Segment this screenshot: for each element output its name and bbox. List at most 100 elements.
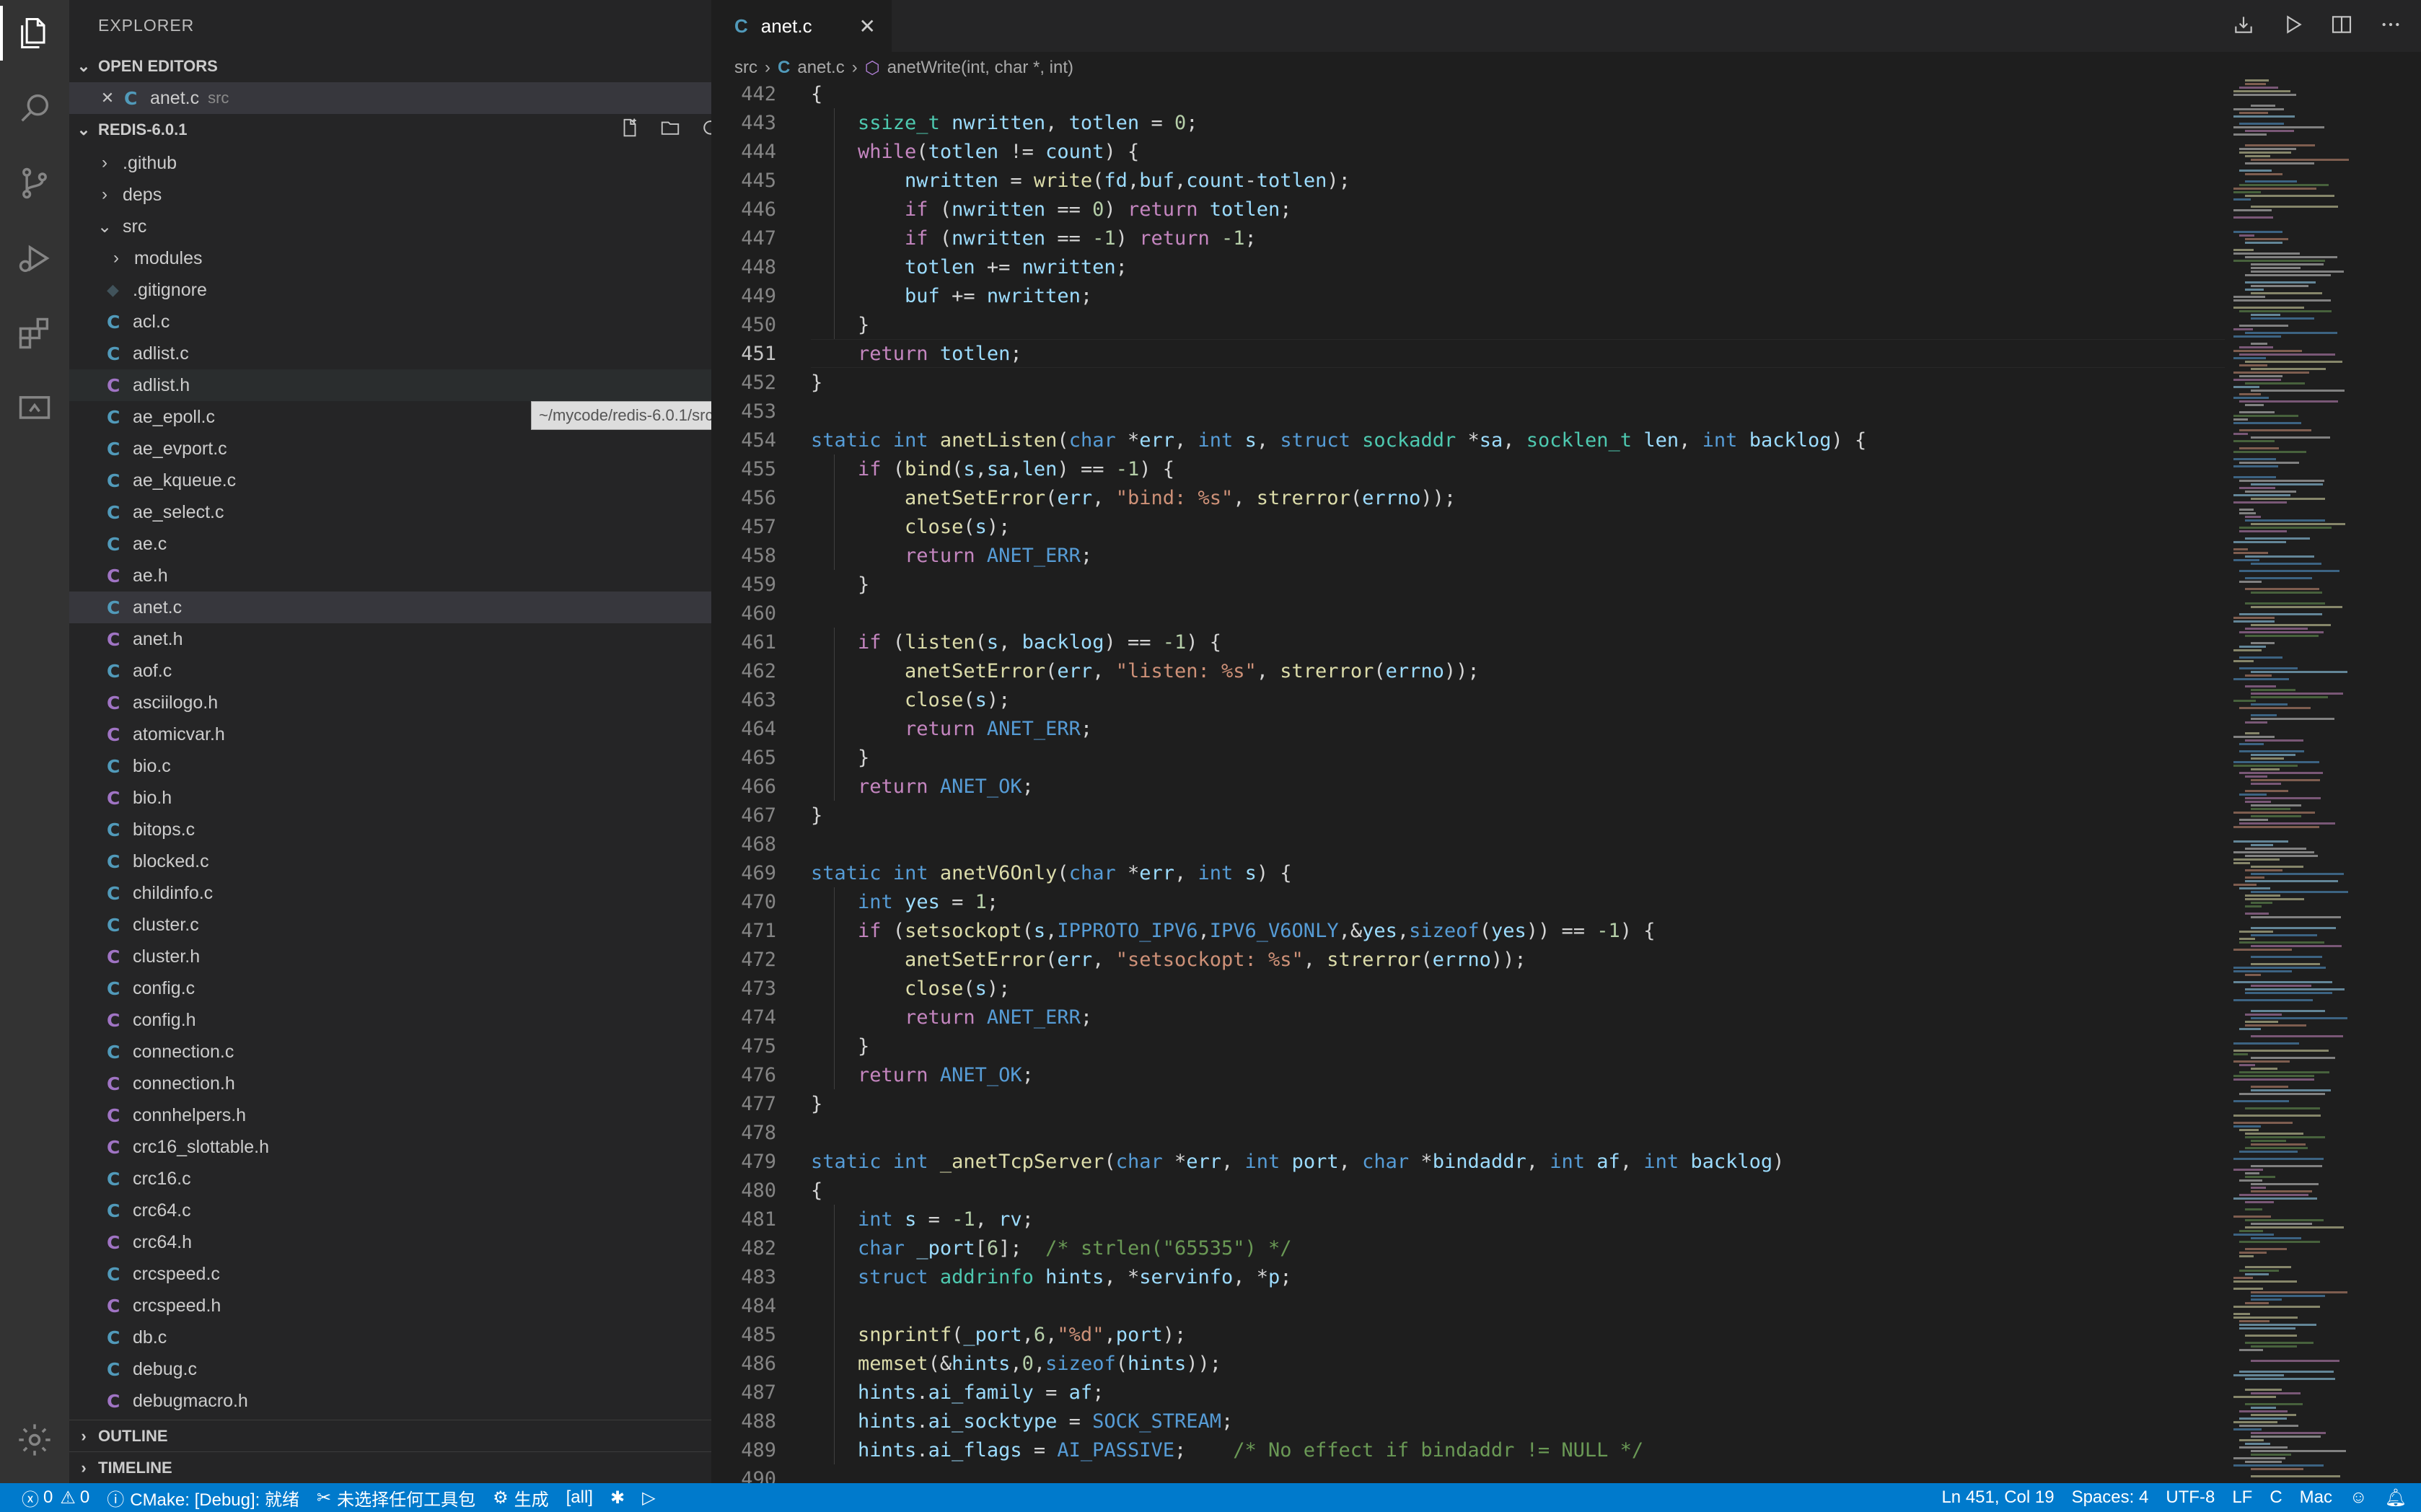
code-token: )) == <box>1526 919 1597 942</box>
tree-item[interactable]: Ccrcspeed.c <box>69 1258 711 1290</box>
tree-item[interactable]: Canet.h <box>69 623 711 655</box>
minimap-line <box>2251 963 2320 965</box>
tree-item[interactable]: Ccrc64.c <box>69 1195 711 1226</box>
tree-item[interactable]: Ccrc16_slottable.h <box>69 1131 711 1163</box>
tree-item[interactable]: Cae.c <box>69 528 711 560</box>
tree-item[interactable]: › .github <box>69 147 711 179</box>
tree-item[interactable]: Cae_kqueue.c <box>69 465 711 496</box>
tree-item[interactable]: Catomicvar.h <box>69 718 711 750</box>
cmake-status[interactable]: ⓘ CMake: [Debug]: 就绪 <box>98 1483 308 1512</box>
bell-icon[interactable]: 🔔︎ <box>2376 1483 2421 1512</box>
breadcrumb-file[interactable]: anet.c <box>797 58 844 78</box>
header-file-icon: C <box>107 946 120 967</box>
tree-item[interactable]: Cbitops.c <box>69 814 711 845</box>
encoding[interactable]: UTF-8 <box>2157 1483 2223 1512</box>
tree-item[interactable]: Cdb.c <box>69 1322 711 1353</box>
project-header[interactable]: ⌄ REDIS-6.0.1 <box>69 114 711 146</box>
explorer-icon[interactable] <box>0 6 56 61</box>
tree-item[interactable]: Caof.c <box>69 655 711 687</box>
tree-item[interactable]: Cadlist.c <box>69 338 711 369</box>
tree-item[interactable]: ⌄ src <box>69 211 711 242</box>
new-folder-icon[interactable] <box>658 115 682 140</box>
tree-item[interactable]: Ccluster.h <box>69 941 711 972</box>
code-token: sa <box>986 457 1011 480</box>
cmake-kit[interactable]: ✂ 未选择任何工具包 <box>308 1483 484 1512</box>
download-icon[interactable] <box>2229 10 2258 39</box>
open-editors-header[interactable]: ⌄ OPEN EDITORS <box>69 50 711 82</box>
tree-item[interactable]: Cconfig.h <box>69 1004 711 1036</box>
tree-item[interactable]: Cae_evport.c <box>69 433 711 465</box>
extensions-icon[interactable] <box>13 312 56 355</box>
tree-item[interactable]: Cdebug.c <box>69 1353 711 1385</box>
timeline-header[interactable]: › TIMELINE <box>69 1451 711 1483</box>
minimap-line <box>2233 1125 2261 1128</box>
more-actions-icon[interactable] <box>2376 10 2405 39</box>
tree-item[interactable]: Cae_select.c <box>69 496 711 528</box>
code-token: ); <box>986 515 1011 538</box>
minimap-line <box>2245 732 2259 734</box>
tree-item[interactable]: Cconnection.h <box>69 1068 711 1099</box>
cmake-build[interactable]: ⚙ 生成 <box>484 1483 558 1512</box>
minimap-line <box>2245 404 2264 406</box>
c-file-icon: C <box>107 850 120 872</box>
tree-item[interactable]: Ccluster.c <box>69 909 711 941</box>
tree-item[interactable]: Cconnhelpers.h <box>69 1099 711 1131</box>
source-control-icon[interactable] <box>13 162 56 205</box>
cursor-position[interactable]: Ln 451, Col 19 <box>1933 1483 2062 1512</box>
tree-item[interactable]: Ccrc16.c <box>69 1163 711 1195</box>
tree-item[interactable]: Ccrc64.h <box>69 1226 711 1258</box>
breadcrumb-symbol[interactable]: anetWrite(int, char *, int) <box>887 58 1073 78</box>
minimap-line <box>2239 447 2279 449</box>
close-icon[interactable]: ✕ <box>859 14 876 38</box>
minimap-line <box>2233 700 2256 702</box>
tree-item[interactable]: Cacl.c <box>69 306 711 338</box>
close-icon[interactable]: ✕ <box>98 89 117 107</box>
code-token: errno <box>1362 486 1421 509</box>
code-token: static <box>811 428 882 452</box>
run-icon[interactable] <box>2278 10 2307 39</box>
remote-explorer-icon[interactable] <box>13 387 56 430</box>
code-token: ( <box>928 227 952 250</box>
open-editor-item[interactable]: ✕ C anet.c src <box>69 82 711 114</box>
split-editor-icon[interactable] <box>2327 10 2356 39</box>
tree-item[interactable]: Casciilogo.h <box>69 687 711 718</box>
tree-item[interactable]: Cae.h <box>69 560 711 592</box>
tree-item[interactable]: Cconfig.c <box>69 972 711 1004</box>
minimap[interactable] <box>2226 79 2407 1483</box>
tree-item[interactable]: Cblocked.c <box>69 845 711 877</box>
tree-item[interactable]: › deps <box>69 179 711 211</box>
indentation[interactable]: Spaces: 4 <box>2063 1483 2158 1512</box>
run-debug-icon[interactable] <box>13 237 56 280</box>
gear-icon[interactable] <box>13 1418 56 1462</box>
tree-item[interactable]: › modules <box>69 242 711 274</box>
line-ending[interactable]: LF <box>2223 1483 2261 1512</box>
cmake-target[interactable]: [all] <box>558 1483 602 1512</box>
debug-icon[interactable]: ✱ <box>602 1483 633 1512</box>
platform[interactable]: Mac <box>2291 1483 2341 1512</box>
tree-item[interactable]: Cbio.c <box>69 750 711 782</box>
tree-item[interactable]: Cchildinfo.c <box>69 877 711 909</box>
tab-anet-c[interactable]: C anet.c ✕ <box>711 0 892 52</box>
c-file-icon: C <box>107 1041 120 1063</box>
tree-item[interactable]: Cdebugmacro.h <box>69 1385 711 1417</box>
tree-item[interactable]: ◆ .gitignore <box>69 274 711 306</box>
launch-icon[interactable]: ▷ <box>633 1483 664 1512</box>
tree-item[interactable]: Canet.c <box>69 592 711 623</box>
minimap-line <box>2233 858 2280 861</box>
minimap-line <box>2233 133 2267 136</box>
feedback-icon[interactable]: ☺ <box>2341 1483 2376 1512</box>
minimap-line <box>2251 1407 2276 1409</box>
tree-item[interactable]: Cadlist.h <box>69 369 711 401</box>
new-file-icon[interactable] <box>618 115 642 140</box>
outline-header[interactable]: › OUTLINE <box>69 1420 711 1451</box>
tree-item[interactable]: Cconnection.c <box>69 1036 711 1068</box>
tree-item[interactable]: Ccrcspeed.h <box>69 1290 711 1322</box>
minimap-line <box>2251 873 2344 875</box>
search-icon[interactable] <box>13 87 56 130</box>
language-mode[interactable]: C <box>2261 1483 2290 1512</box>
tree-item[interactable]: Cbio.h <box>69 782 711 814</box>
problems-indicator[interactable]: ⓧ 0 ⚠ 0 <box>0 1483 98 1512</box>
breadcrumb-folder[interactable]: src <box>734 58 757 78</box>
